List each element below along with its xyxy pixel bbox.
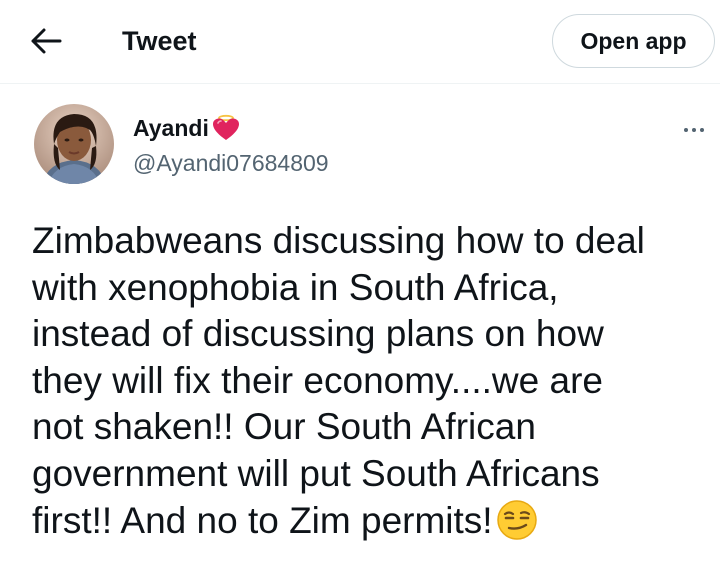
dot (692, 128, 696, 132)
tweet-line: government will put South Africans (32, 452, 600, 494)
profile-photo (34, 104, 114, 184)
arrow-left-icon (31, 28, 62, 54)
top-bar: Tweet Open app (0, 0, 720, 84)
heart-with-halo-icon (212, 114, 239, 140)
more-options-icon[interactable] (676, 118, 712, 142)
tweet-line: with xenophobia in South Africa, (32, 266, 559, 308)
open-app-button[interactable]: Open app (552, 14, 715, 68)
tweet-line: they will fix their economy....we are (32, 359, 603, 401)
author-handle[interactable]: @Ayandi07684809 (133, 148, 329, 178)
avatar[interactable] (34, 104, 114, 184)
dot (700, 128, 704, 132)
tweet-line: not shaken!! Our South African (32, 406, 536, 448)
author-display-name[interactable]: Ayandi (133, 113, 209, 143)
back-button[interactable] (26, 24, 66, 58)
tweet-line-text: first!! And no to Zim permits! (32, 499, 493, 541)
tweet-line: instead of discussing plans on how (32, 313, 604, 355)
author-name-row[interactable]: Ayandi (133, 113, 241, 143)
tweet-text: Zimbabweans discussing how to deal with … (32, 218, 712, 544)
dot (684, 128, 688, 132)
smirking-face-icon (496, 499, 537, 540)
tweet-line: Zimbabweans discussing how to deal (32, 220, 645, 261)
tweet-line-last: first!! And no to Zim permits! (32, 498, 712, 545)
page-title: Tweet (122, 26, 197, 56)
